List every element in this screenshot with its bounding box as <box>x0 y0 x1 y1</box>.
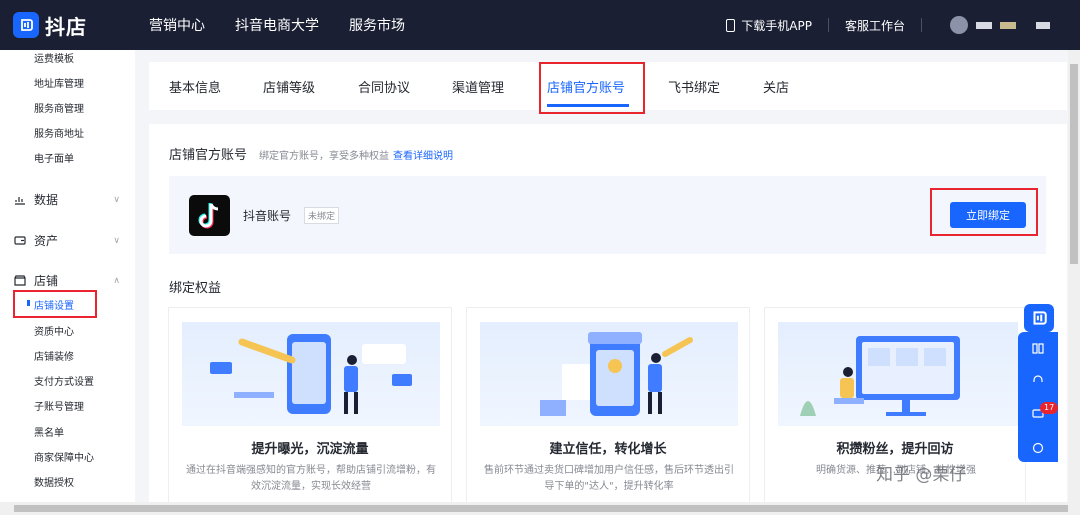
sidebar-group-label: 店铺 <box>34 274 59 288</box>
shop-name-redacted <box>1036 21 1050 29</box>
service-desk-link[interactable]: 客服工作台 <box>845 17 905 34</box>
watermark: 知乎 @栗仔 <box>876 465 967 485</box>
clock-icon[interactable] <box>1032 442 1044 454</box>
float-logo-icon[interactable] <box>1024 304 1054 332</box>
sidebar-item-provider-address[interactable]: 服务商地址 <box>34 125 84 140</box>
account-panel <box>169 176 1046 254</box>
sidebar-item-data-authorization[interactable]: 数据授权 <box>34 474 74 489</box>
tab-feishu-binding[interactable]: 飞书绑定 <box>668 77 720 96</box>
chevron-down-icon: ∨ <box>113 235 120 246</box>
benefit-card-trust: 建立信任，转化增长 售前环节通过卖货口碑增加用户信任感，售后环节透出引导下单的"… <box>466 307 750 507</box>
highlight-box-bind-button <box>930 188 1038 236</box>
benefit-description: 通过在抖音端强感知的官方账号，帮助店铺引流增粉，有效沉淀流量，实现长效经营 <box>186 465 436 492</box>
sidebar-item-e-waybill[interactable]: 电子面单 <box>34 150 74 165</box>
wallet-icon <box>14 236 26 245</box>
tab-close-shop[interactable]: 关店 <box>763 77 789 96</box>
scrollbar-thumb[interactable] <box>1070 64 1078 264</box>
topnav-service-market[interactable]: 服务市场 <box>349 15 405 35</box>
benefit-title: 积攒粉丝，提升回访 <box>836 442 954 457</box>
brand-logo[interactable]: 抖店 <box>13 11 133 40</box>
illustration-phone-icon <box>182 322 440 426</box>
status-badge: 未绑定 <box>304 207 340 224</box>
vertical-scrollbar[interactable] <box>1068 50 1080 502</box>
user-name-redacted <box>1000 21 1016 29</box>
sidebar-item-provider-management[interactable]: 服务商管理 <box>34 100 84 115</box>
user-name-redacted <box>976 21 992 29</box>
scrollbar-thumb[interactable] <box>14 505 1068 512</box>
chevron-up-icon: ∧ <box>113 275 120 286</box>
douyin-logo-icon <box>189 195 230 236</box>
tab-shop-level[interactable]: 店铺等级 <box>263 77 315 96</box>
tab-basic-info[interactable]: 基本信息 <box>169 77 221 96</box>
sidebar: 运费模板 地址库管理 服务商管理 服务商地址 电子面单 数据 ∨ 资产 ∨ 店铺… <box>0 50 135 502</box>
tab-contracts[interactable]: 合同协议 <box>358 77 410 96</box>
sidebar-group-label: 资产 <box>34 234 59 248</box>
sidebar-item-blacklist[interactable]: 黑名单 <box>34 424 64 439</box>
sidebar-group-label: 数据 <box>34 193 59 207</box>
phone-icon <box>726 18 736 32</box>
account-name: 抖音账号 <box>243 209 292 223</box>
brand-name: 抖店 <box>45 14 87 39</box>
section-title-official-account: 店铺官方账号 <box>169 148 248 163</box>
sidebar-group-assets[interactable]: 资产 ∨ <box>14 232 120 249</box>
details-link[interactable]: 查看详细说明 <box>393 151 453 162</box>
headset-icon[interactable] <box>1032 374 1044 386</box>
highlight-box-official-tab <box>539 62 645 114</box>
book-icon[interactable] <box>1032 342 1044 354</box>
doudian-logo-icon <box>13 12 39 38</box>
sidebar-item-qualification-center[interactable]: 资质中心 <box>34 323 74 338</box>
sidebar-item-sub-accounts[interactable]: 子账号管理 <box>34 398 84 413</box>
highlight-box-shop-settings <box>13 290 97 318</box>
message-count-badge: 17 <box>1040 402 1059 414</box>
benefit-description: 售前环节通过卖货口碑增加用户信任感，售后环节透出引导下单的"达人"，提升转化率 <box>484 465 734 492</box>
chevron-down-icon: ∨ <box>113 194 120 205</box>
illustration-storefront-icon <box>480 322 738 426</box>
avatar[interactable] <box>950 16 968 34</box>
sidebar-item-shipping-template[interactable]: 运费模板 <box>34 50 74 65</box>
topnav-university[interactable]: 抖音电商大学 <box>235 15 319 35</box>
illustration-monitor-icon <box>778 322 1018 426</box>
section-title-benefits: 绑定权益 <box>169 281 222 296</box>
divider <box>921 18 922 32</box>
topnav-marketing[interactable]: 营销中心 <box>149 15 205 35</box>
section-description: 绑定官方账号，享受多种权益 查看详细说明 <box>259 147 453 162</box>
divider <box>827 18 829 32</box>
sidebar-item-payment-settings[interactable]: 支付方式设置 <box>34 373 94 388</box>
download-app-link[interactable]: 下载手机APP <box>741 17 812 34</box>
store-icon <box>14 275 26 286</box>
float-toolbar <box>1018 332 1058 462</box>
description-text: 绑定官方账号，享受多种权益 <box>259 151 389 162</box>
sidebar-item-address-library[interactable]: 地址库管理 <box>34 75 84 90</box>
top-bar: 抖店 营销中心 抖音电商大学 服务市场 下载手机APP 客服工作台 <box>0 0 1080 50</box>
top-right-actions: 下载手机APP 客服工作台 <box>726 0 1050 50</box>
horizontal-scrollbar[interactable] <box>0 502 1080 515</box>
benefit-title: 提升曝光，沉淀流量 <box>251 442 369 457</box>
sidebar-item-shop-decoration[interactable]: 店铺装修 <box>34 348 74 363</box>
sidebar-group-shop[interactable]: 店铺 ∧ <box>14 272 120 289</box>
top-nav: 营销中心 抖音电商大学 服务市场 <box>149 15 435 35</box>
chart-icon <box>15 197 25 205</box>
benefit-card-exposure: 提升曝光，沉淀流量 通过在抖音端强感知的官方账号，帮助店铺引流增粉，有效沉淀流量… <box>168 307 452 507</box>
tab-channel-management[interactable]: 渠道管理 <box>452 77 504 96</box>
sidebar-item-merchant-guarantee[interactable]: 商家保障中心 <box>34 449 94 464</box>
benefit-title: 建立信任，转化增长 <box>549 442 667 457</box>
sidebar-group-data[interactable]: 数据 ∨ <box>14 191 120 208</box>
